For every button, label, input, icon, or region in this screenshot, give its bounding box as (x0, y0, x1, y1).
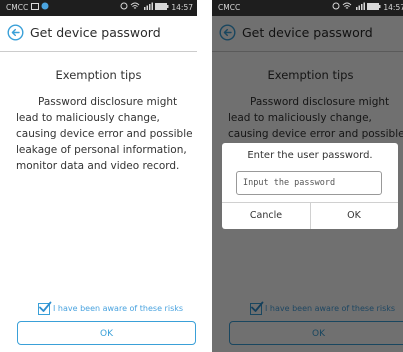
page-title: Get device password (30, 25, 161, 40)
dialog-ok-button[interactable]: OK (310, 202, 398, 229)
battery-icon (366, 0, 381, 16)
dialog-title: Enter the user password. (247, 150, 373, 161)
back-arrow-icon[interactable] (7, 24, 24, 41)
checkmark-icon (39, 301, 52, 312)
password-input[interactable]: Input the password (236, 171, 382, 195)
carrier-label: CMCC (218, 3, 241, 12)
status-bar: CMCC 14:57 (0, 0, 197, 16)
notification-icon (30, 0, 39, 16)
risk-acknowledgement[interactable]: I have been aware of these risks (38, 301, 184, 316)
title-bar: Get device password (0, 16, 197, 51)
signal-icon (143, 0, 153, 16)
status-bar: CMCC 14:57 (212, 0, 403, 16)
clock-time: 14:57 (171, 3, 193, 12)
alarm-icon (332, 0, 340, 16)
carrier-label: CMCC (6, 3, 29, 12)
risk-checkbox[interactable] (38, 301, 52, 315)
exemption-heading: Exemption tips (55, 68, 142, 82)
battery-icon (154, 0, 169, 16)
screen-password-dialog: CMCC 14:57 Get device password (212, 0, 403, 352)
wifi-icon (130, 0, 140, 16)
screen-exemption-tips: CMCC 14:57 Get device password Exemption… (0, 0, 197, 352)
exemption-body: Password disclosure might lead to malici… (16, 96, 193, 172)
title-divider (0, 51, 197, 52)
risk-label: I have been aware of these risks (53, 304, 184, 313)
password-dialog: Enter the user password. Input the passw… (222, 143, 398, 229)
wifi-icon (342, 0, 352, 16)
cancel-button[interactable]: Cancle (222, 202, 310, 229)
signal-icon (355, 0, 365, 16)
clock-time: 14:57 (383, 3, 403, 12)
alarm-icon (120, 0, 128, 16)
app-notification-icon (41, 0, 49, 16)
ok-button[interactable]: OK (17, 321, 196, 345)
